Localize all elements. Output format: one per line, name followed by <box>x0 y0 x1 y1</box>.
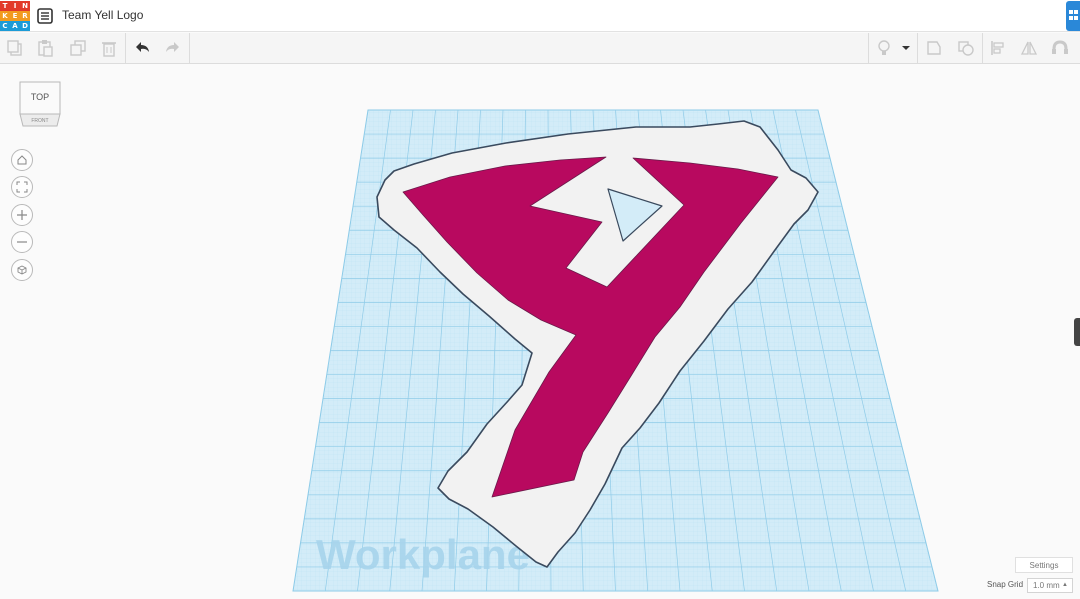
fit-view-icon <box>16 181 28 193</box>
home-view-button[interactable] <box>11 149 33 171</box>
zoom-out-icon <box>17 241 27 243</box>
view-cube-front-label: FRONT <box>31 118 49 124</box>
snap-grid-label: Snap Grid <box>987 580 1024 589</box>
zoom-in-icon <box>17 210 27 220</box>
zoom-in-button[interactable] <box>11 204 33 226</box>
snap-grid-value: 1.0 mm <box>1033 581 1060 590</box>
fit-view-button[interactable] <box>11 176 33 198</box>
caret-up-icon: ▲ <box>1062 582 1068 588</box>
zoom-out-button[interactable] <box>11 231 33 253</box>
perspective-icon <box>17 265 27 275</box>
view-cube-top-label: TOP <box>30 92 50 102</box>
view-cube[interactable]: TOP FRONT <box>18 80 62 128</box>
workplane-label: Workplane <box>316 531 530 578</box>
settings-button[interactable]: Settings <box>1015 557 1073 573</box>
snap-grid-select[interactable]: 1.0 mm ▲ <box>1027 578 1073 593</box>
perspective-button[interactable] <box>11 259 33 281</box>
home-icon <box>17 155 27 165</box>
panel-collapse-tab[interactable] <box>1074 318 1080 346</box>
workplane-canvas[interactable]: Workplane <box>0 0 1080 599</box>
tinkercad-editor: TINKERCAD Team Yell Logo Workplane TOP F… <box>0 0 1080 599</box>
